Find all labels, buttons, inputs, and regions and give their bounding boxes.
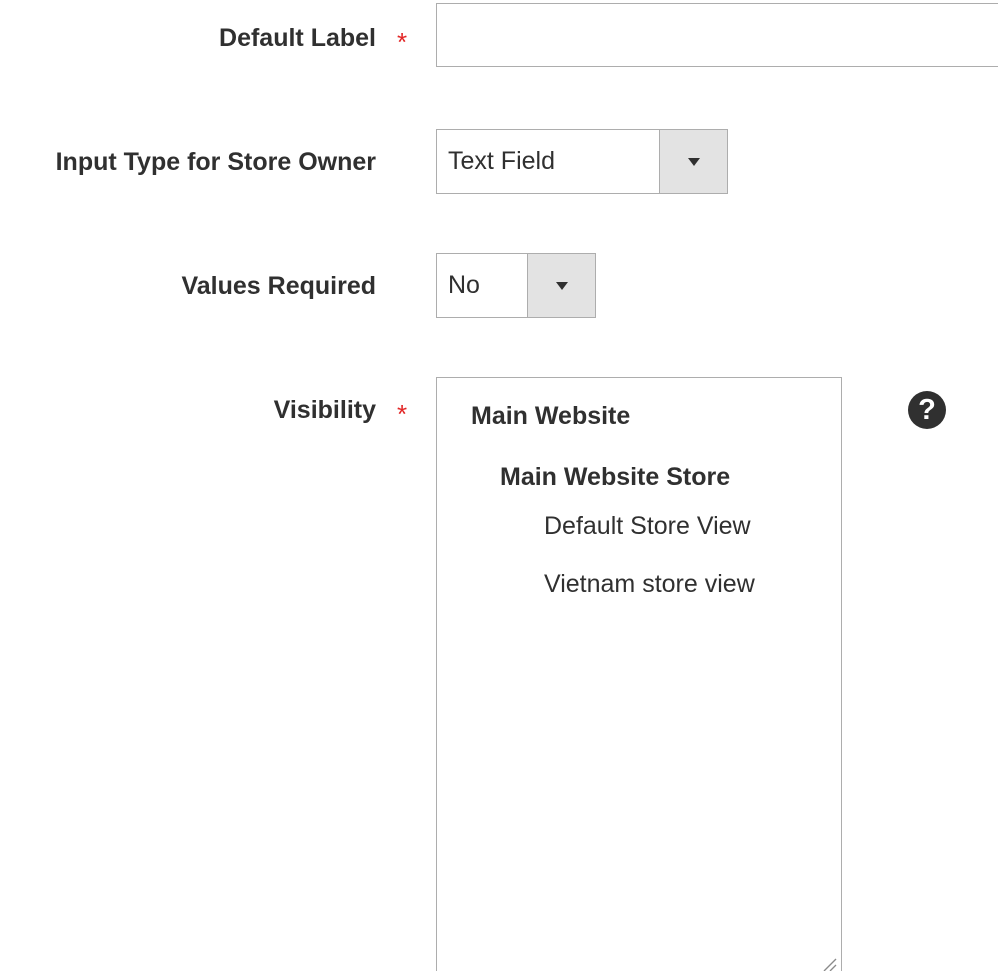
visibility-option-website[interactable]: Main Website: [471, 401, 630, 431]
default-label-input[interactable]: [436, 3, 998, 67]
visibility-label: Visibility: [273, 396, 376, 424]
input-type-selected-value: Text Field: [448, 147, 555, 175]
input-type-dropdown-button[interactable]: [659, 130, 727, 193]
default-label-label: Default Label: [219, 24, 376, 52]
values-required-dropdown-button[interactable]: [527, 254, 595, 317]
question-circle-icon[interactable]: ?: [908, 391, 946, 429]
values-required-selected-value: No: [448, 271, 480, 299]
visibility-required-mark: *: [397, 399, 408, 429]
caret-down-icon: [687, 157, 700, 166]
caret-down-icon: [555, 281, 568, 290]
resize-grip-icon[interactable]: [821, 956, 837, 971]
visibility-option-store[interactable]: Main Website Store: [500, 462, 730, 492]
input-type-label: Input Type for Store Owner: [55, 148, 376, 176]
values-required-label: Values Required: [181, 272, 376, 300]
visibility-option-default-store-view[interactable]: Default Store View: [544, 511, 751, 541]
default-label-required-mark: *: [397, 27, 408, 57]
values-required-select[interactable]: No: [436, 253, 596, 318]
visibility-option-vietnam-store-view[interactable]: Vietnam store view: [544, 569, 755, 599]
visibility-multiselect[interactable]: Main Website Main Website Store Default …: [436, 377, 842, 971]
input-type-select[interactable]: Text Field: [436, 129, 728, 194]
